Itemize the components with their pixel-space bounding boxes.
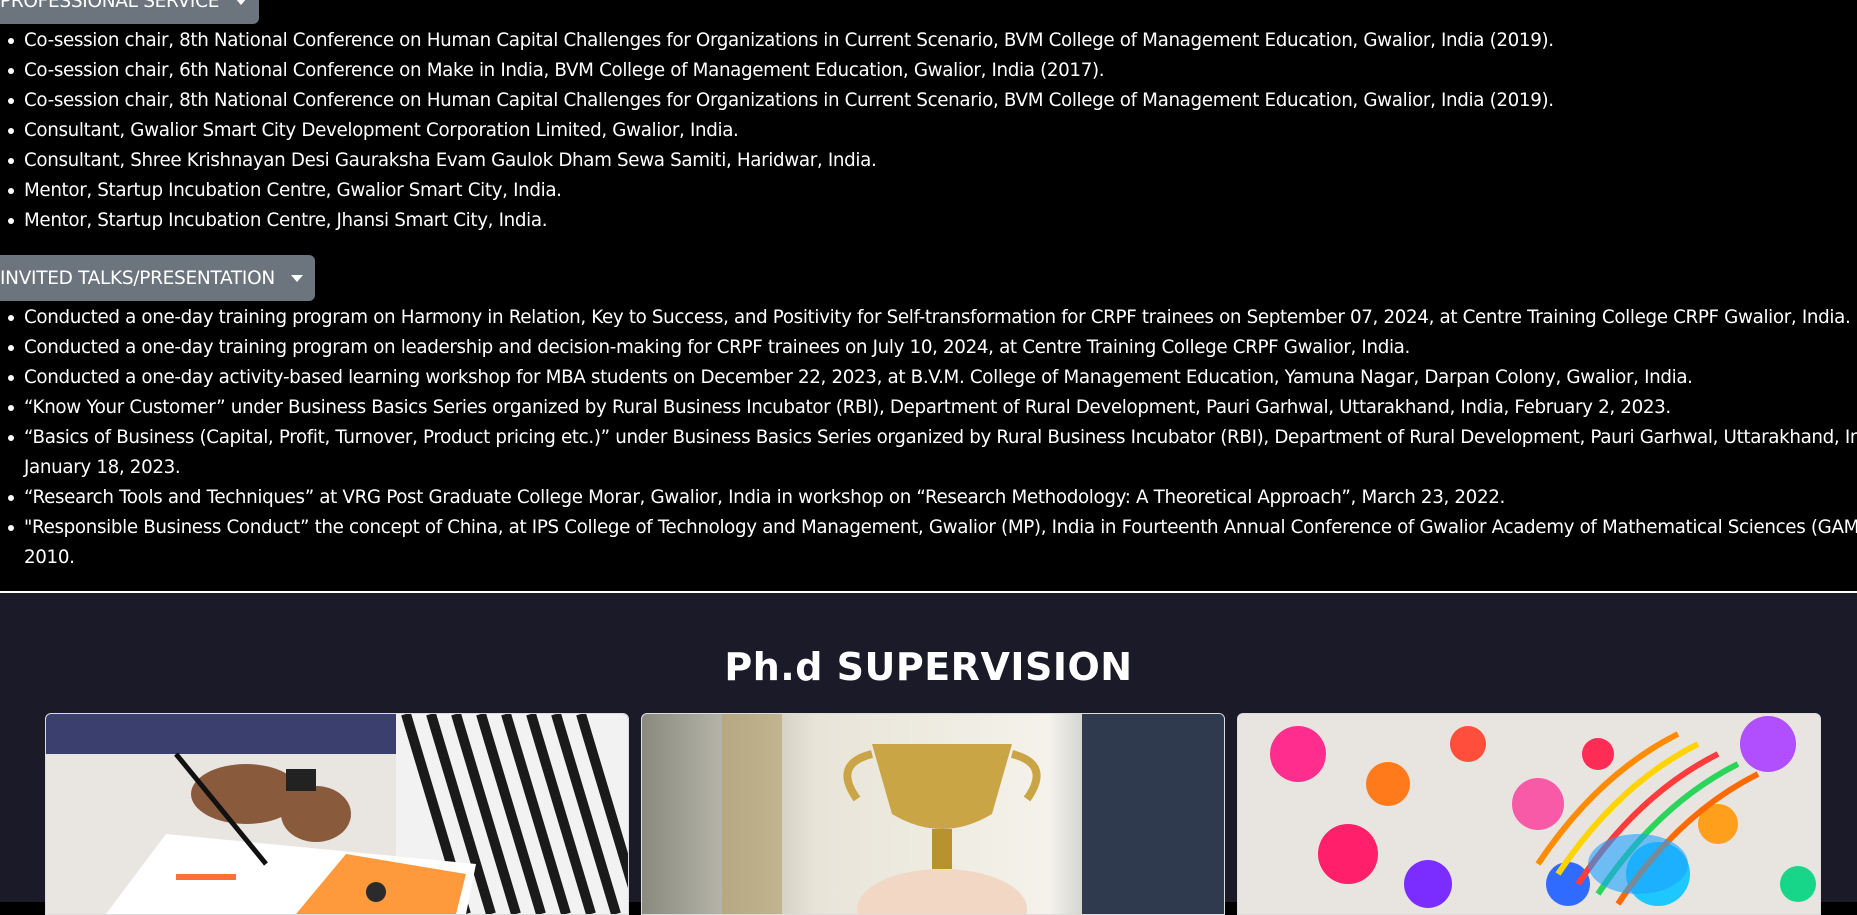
list-item: Conducted a one-day activity-based learn… [8,363,1857,393]
list-item-continuation: January 18, 2023. [24,457,181,478]
supervision-card-image[interactable] [45,713,629,915]
list-item: "Responsible Business Conduct” the conce… [8,513,1857,543]
list-item-continuation: 2010. [24,547,75,568]
invited-talks-list: Conducted a one-day training program on … [0,303,1857,573]
content-section: PROFESSIONAL SERVICE Co-session chair, 8… [0,0,1857,593]
list-item: Co-session chair, 8th National Conferenc… [8,26,1857,56]
list-item: Mentor, Startup Incubation Centre, Gwali… [8,176,1857,206]
list-item: Consultant, Shree Krishnayan Desi Gaurak… [8,146,1857,176]
list-item: Co-session chair, 6th National Conferenc… [8,56,1857,86]
invited-talks-dropdown-button[interactable]: INVITED TALKS/PRESENTATION [0,255,315,301]
list-item: “Know Your Customer” under Business Basi… [8,393,1857,423]
caret-down-icon [235,0,248,5]
list-item: Conducted a one-day training program on … [8,333,1857,363]
list-item: Conducted a one-day training program on … [8,303,1857,333]
business-analysis-image [46,714,628,914]
list-item: Consultant, Gwalior Smart City Developme… [8,116,1857,146]
caret-down-icon [290,274,303,282]
list-item: Co-session chair, 8th National Conferenc… [8,86,1857,116]
invited-talks-label: INVITED TALKS/PRESENTATION [0,267,275,289]
professional-service-dropdown-button[interactable]: PROFESSIONAL SERVICE [0,0,260,24]
list-item: “Research Tools and Techniques” at VRG P… [8,483,1857,513]
professional-service-label: PROFESSIONAL SERVICE [0,0,220,12]
professional-service-list: Co-session chair, 8th National Conferenc… [0,26,1857,236]
colorful-paint-image [1238,714,1820,914]
supervision-card-image[interactable] [641,713,1225,915]
list-item: Mentor, Startup Incubation Centre, Jhans… [8,206,1857,236]
phd-supervision-section: Ph.d SUPERVISION [0,593,1857,915]
section-title: Ph.d SUPERVISION [724,645,1133,689]
trophy-image [642,714,1224,914]
list-item: “Basics of Business (Capital, Profit, Tu… [8,423,1857,453]
supervision-card-image[interactable] [1237,713,1821,915]
